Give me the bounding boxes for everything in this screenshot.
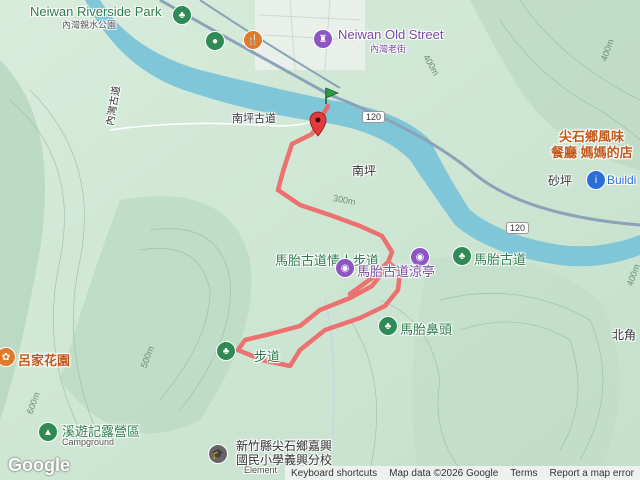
road-shield-120: 120	[506, 222, 530, 234]
road-shield-120: 120	[362, 111, 386, 123]
label-old-street[interactable]: Neiwan Old Street	[338, 27, 444, 42]
label-school-3: Element	[244, 465, 278, 475]
terms-link[interactable]: Terms	[510, 468, 537, 479]
park-icon[interactable]: ♣	[452, 246, 472, 266]
restaurant-icon[interactable]: 🍴	[243, 30, 263, 50]
label-campground: Campground	[62, 437, 115, 447]
info-icon[interactable]: i	[586, 170, 606, 190]
label-nanping-trail: 南坪古道	[232, 113, 276, 125]
label-matai-pavilion[interactable]: 馬胎古道涼亭	[357, 261, 435, 280]
label-nanping: 南坪	[352, 164, 377, 178]
attraction-icon[interactable]: ♜	[313, 29, 333, 49]
label-hiking-trail[interactable]: 步道	[254, 346, 280, 365]
park-icon[interactable]: ♣	[216, 341, 236, 361]
google-logo: Google	[8, 455, 70, 475]
campground-icon[interactable]: ▲	[38, 422, 58, 442]
school-icon[interactable]: 🎓	[208, 444, 228, 464]
label-riverside-park-zh: 內灣親水公園	[62, 20, 117, 30]
label-matai-trail[interactable]: 馬胎古道	[474, 249, 526, 268]
label-matai-nose[interactable]: 馬胎鼻頭	[400, 319, 452, 338]
map-footer: Keyboard shortcuts Map data ©2026 Google…	[284, 466, 640, 480]
label-riverside-park[interactable]: Neiwan Riverside Park	[30, 4, 162, 19]
camera-icon[interactable]: ◉	[335, 258, 355, 278]
terrain-map[interactable]	[0, 0, 640, 480]
park-icon[interactable]: ♣	[378, 316, 398, 336]
label-shaping: 砂坪	[548, 174, 573, 188]
map-data-attribution: Map data ©2026 Google	[389, 467, 499, 479]
label-building[interactable]: Buildi	[607, 173, 636, 187]
label-beijiao: 北角	[612, 328, 637, 342]
report-error-link[interactable]: Report a map error	[550, 468, 634, 479]
label-restaurant-2[interactable]: 餐廳 媽媽的店	[551, 142, 633, 161]
label-lujia-garden[interactable]: 呂家花園	[18, 350, 70, 369]
keyboard-shortcuts-link[interactable]: Keyboard shortcuts	[291, 468, 377, 479]
park-icon[interactable]: ♣	[172, 5, 192, 25]
attraction-icon[interactable]: ●	[205, 31, 225, 51]
label-old-street-zh: 內灣老街	[370, 44, 407, 54]
